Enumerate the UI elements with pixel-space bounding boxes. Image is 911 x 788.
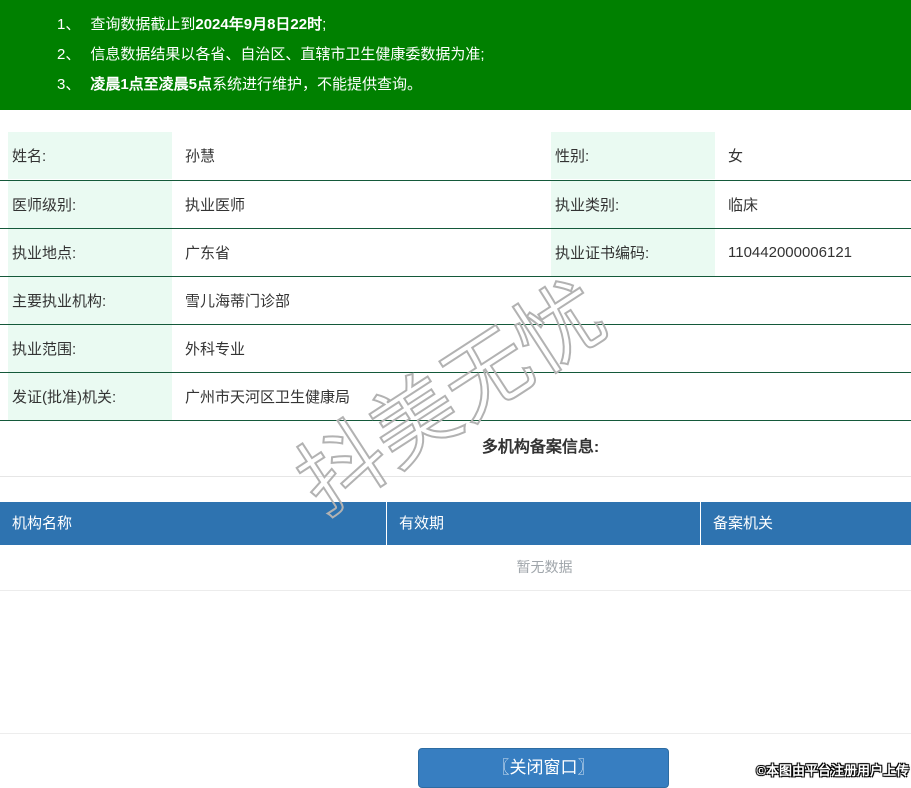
empty-data-text: 暂无数据 <box>516 559 573 575</box>
section-divider <box>0 476 911 477</box>
column-header-institution-name: 机构名称 <box>0 502 387 545</box>
practice-category-label-cell: 执业类别: <box>543 180 723 229</box>
issuing-authority-label-cell: 发证(批准)机关: <box>0 372 180 421</box>
practice-category-value: 临床 <box>723 180 911 229</box>
notice-line: 1、 查询数据截止到2024年9月8日22时; <box>0 10 911 40</box>
main-institution-label-cell: 主要执业机构: <box>0 276 180 325</box>
multi-institution-section-title: 多机构备案信息: <box>481 439 600 456</box>
doctor-level-label-cell: 医师级别: <box>0 180 180 229</box>
notice-text: 系统进行维护，不能提供查询。 <box>212 76 423 93</box>
field-label: 姓名: <box>8 132 172 180</box>
certificate-number-value: 110442000006121 <box>723 228 911 277</box>
empty-data-row: 暂无数据 <box>0 545 911 591</box>
notice-text: ; <box>322 16 327 33</box>
gender-value: 女 <box>723 132 911 181</box>
practice-scope-value: 外科专业 <box>180 324 911 373</box>
certificate-number-label-cell: 执业证书编码: <box>543 228 723 277</box>
practice-location-label-cell: 执业地点: <box>0 228 180 277</box>
notice-line: 3、 凌晨1点至凌晨5点系统进行维护，不能提供查询。 <box>0 70 911 100</box>
notice-number: 3、 <box>57 76 81 93</box>
practitioner-info-table: 姓名: 孙慧 性别: 女 医师级别: 执业医师 执业类别: 临床 执业地点: 广… <box>0 132 911 421</box>
notice-line: 2、 信息数据结果以各省、自治区、直辖市卫生健康委数据为准; <box>0 40 911 70</box>
name-value: 孙慧 <box>180 132 543 181</box>
practice-location-value: 广东省 <box>180 228 543 277</box>
notice-text-bold: 2024年9月8日22时 <box>195 16 323 33</box>
column-header-validity-period: 有效期 <box>387 502 701 545</box>
field-label: 执业证书编码: <box>551 228 715 276</box>
column-header-registration-authority: 备案机关 <box>713 515 774 532</box>
name-label-cell: 姓名: <box>0 132 180 181</box>
notice-banner: 1、 查询数据截止到2024年9月8日22时; 2、 信息数据结果以各省、自治区、直… <box>0 0 911 110</box>
notice-number: 2、 <box>57 46 81 63</box>
notice-number: 1、 <box>57 16 81 33</box>
registration-table-header: 机构名称 有效期 备案机关 <box>0 502 911 545</box>
gender-label-cell: 性别: <box>543 132 723 181</box>
table-row: 执业地点: 广东省 执业证书编码: 110442000006121 <box>0 228 911 277</box>
issuing-authority-value: 广州市天河区卫生健康局 <box>180 372 911 421</box>
table-row: 主要执业机构: 雪儿海蒂门诊部 <box>0 276 911 325</box>
main-institution-value: 雪儿海蒂门诊部 <box>180 276 911 325</box>
field-label: 执业范围: <box>8 324 172 372</box>
field-label: 执业地点: <box>8 228 172 276</box>
field-label: 医师级别: <box>8 180 172 228</box>
table-row: 发证(批准)机关: 广州市天河区卫生健康局 <box>0 372 911 421</box>
field-label: 执业类别: <box>551 180 715 228</box>
field-label: 性别: <box>551 132 715 180</box>
field-label: 主要执业机构: <box>8 276 172 324</box>
field-label: 发证(批准)机关: <box>8 372 172 420</box>
table-row: 姓名: 孙慧 性别: 女 <box>0 132 911 181</box>
table-row: 执业范围: 外科专业 <box>0 324 911 373</box>
practice-scope-label-cell: 执业范围: <box>0 324 180 373</box>
attribution-text: ©本图由平台注册用户上传 <box>756 763 909 778</box>
notice-text-bold: 凌晨1点至凌晨5点 <box>90 76 213 93</box>
notice-text: 信息数据结果以各省、自治区、直辖市卫生健康委数据为准; <box>90 46 485 63</box>
footer-divider <box>0 733 911 734</box>
notice-text: 查询数据截止到 <box>90 16 196 33</box>
table-row: 医师级别: 执业医师 执业类别: 临床 <box>0 180 911 229</box>
close-window-button[interactable]: 〖关闭窗口〗 <box>418 748 669 788</box>
doctor-level-value: 执业医师 <box>180 180 543 229</box>
